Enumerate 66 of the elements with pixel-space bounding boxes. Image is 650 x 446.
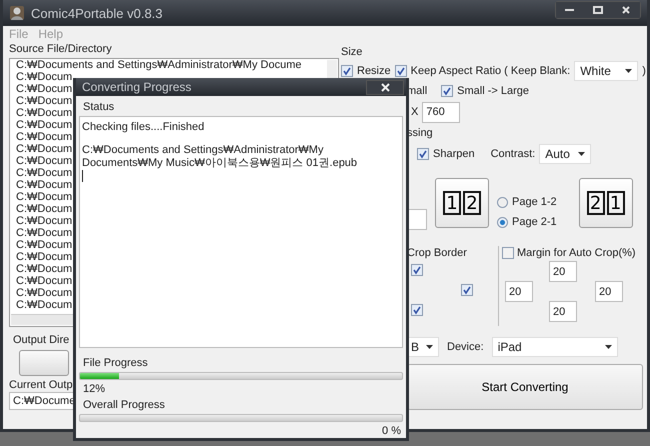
close-button[interactable]: [366, 80, 404, 94]
checkbox[interactable]: [502, 247, 514, 259]
small-to-large-label: Small -> Large: [457, 84, 530, 98]
caret-icon: [578, 152, 586, 156]
list-item[interactable]: C:₩Documents and Settings₩Administrator₩My Docume: [16, 59, 338, 71]
checkbox[interactable]: [411, 304, 423, 316]
close-button[interactable]: [612, 2, 640, 18]
maximize-icon: [593, 6, 603, 14]
page-digit: 2: [586, 191, 605, 215]
radio-button[interactable]: [497, 216, 508, 228]
checkbox[interactable]: [461, 284, 473, 296]
log-line: C:₩Documents and Settings₩Administrator₩My Documents₩My Music₩아이북스용₩원피스 01권.epub: [82, 144, 358, 170]
margin-right-input[interactable]: 20: [595, 281, 623, 302]
device-label: Device:: [447, 340, 484, 354]
size-label: Size: [341, 45, 362, 59]
right-to-left-button[interactable]: 2 1: [578, 178, 633, 228]
close-icon: [621, 5, 631, 15]
dialog-title: Converting Progress: [82, 80, 192, 94]
radio-label: Page 1-2: [512, 195, 557, 209]
left-to-right-button[interactable]: 1 2: [435, 178, 489, 228]
current-output-label: Current Outp: [9, 378, 73, 392]
radio-label: Page 2-1: [512, 215, 557, 229]
page-digit: 1: [606, 191, 625, 215]
checkbox[interactable]: [417, 148, 429, 160]
file-progress-reading: 12%: [83, 382, 106, 396]
log-line: Checking files....Finished: [82, 121, 206, 134]
checkbox[interactable]: [394, 65, 407, 77]
contrast-label: Contrast:: [490, 147, 536, 161]
overall-progress-reading: 0 %: [382, 424, 401, 438]
window-title: Comic4Portable v0.8.3: [31, 6, 164, 20]
margin-label: Margin for Auto Crop(%): [517, 246, 636, 260]
caret-icon: [625, 69, 632, 73]
status-log[interactable]: Checking files....Finished C:₩Documents and Settings₩Administrator₩My Documents₩My Music₩아이북스용₩원피스 01권.epub: [79, 116, 403, 348]
app-icon: [9, 5, 25, 21]
caret-icon: [604, 345, 612, 349]
margin-left-input[interactable]: 20: [505, 281, 533, 302]
overall-progress-label: Overall Progress: [83, 398, 165, 412]
margin-bottom-input[interactable]: 20: [549, 301, 577, 322]
page-input[interactable]: [407, 209, 427, 230]
sharpen-label: Sharpen: [433, 147, 475, 161]
blank-color-dropdown[interactable]: White: [574, 61, 638, 81]
close-icon: [380, 82, 390, 92]
checkbox[interactable]: [411, 264, 423, 276]
paren-label: ): [642, 64, 646, 78]
browse-button[interactable]: [19, 350, 69, 376]
text-cursor: [82, 170, 83, 182]
checkbox[interactable]: [441, 85, 454, 97]
device-dropdown[interactable]: iPad: [492, 337, 618, 357]
radio-button[interactable]: [497, 196, 508, 208]
page-digit: 1: [443, 191, 461, 215]
page-digit: 2: [463, 191, 481, 215]
source-label: Source File/Directory: [9, 42, 113, 56]
file-progress-label: File Progress: [83, 356, 148, 370]
margin-top-input[interactable]: 20: [549, 261, 577, 282]
height-input[interactable]: 760: [422, 102, 460, 122]
keep-aspect-label: Keep Aspect Ratio ( Keep Blank:: [410, 64, 570, 78]
caret-icon: [426, 345, 433, 349]
x-label: X: [411, 105, 418, 119]
resize-label: Resize: [357, 64, 391, 78]
checkbox[interactable]: [341, 65, 353, 77]
status-label: Status: [83, 100, 114, 114]
output-label: Output Dire: [13, 333, 70, 347]
start-converting-button[interactable]: Start Converting: [407, 364, 643, 410]
minimize-button[interactable]: [556, 2, 584, 18]
minimize-icon: [565, 8, 575, 12]
contrast-dropdown[interactable]: Auto: [539, 144, 592, 164]
